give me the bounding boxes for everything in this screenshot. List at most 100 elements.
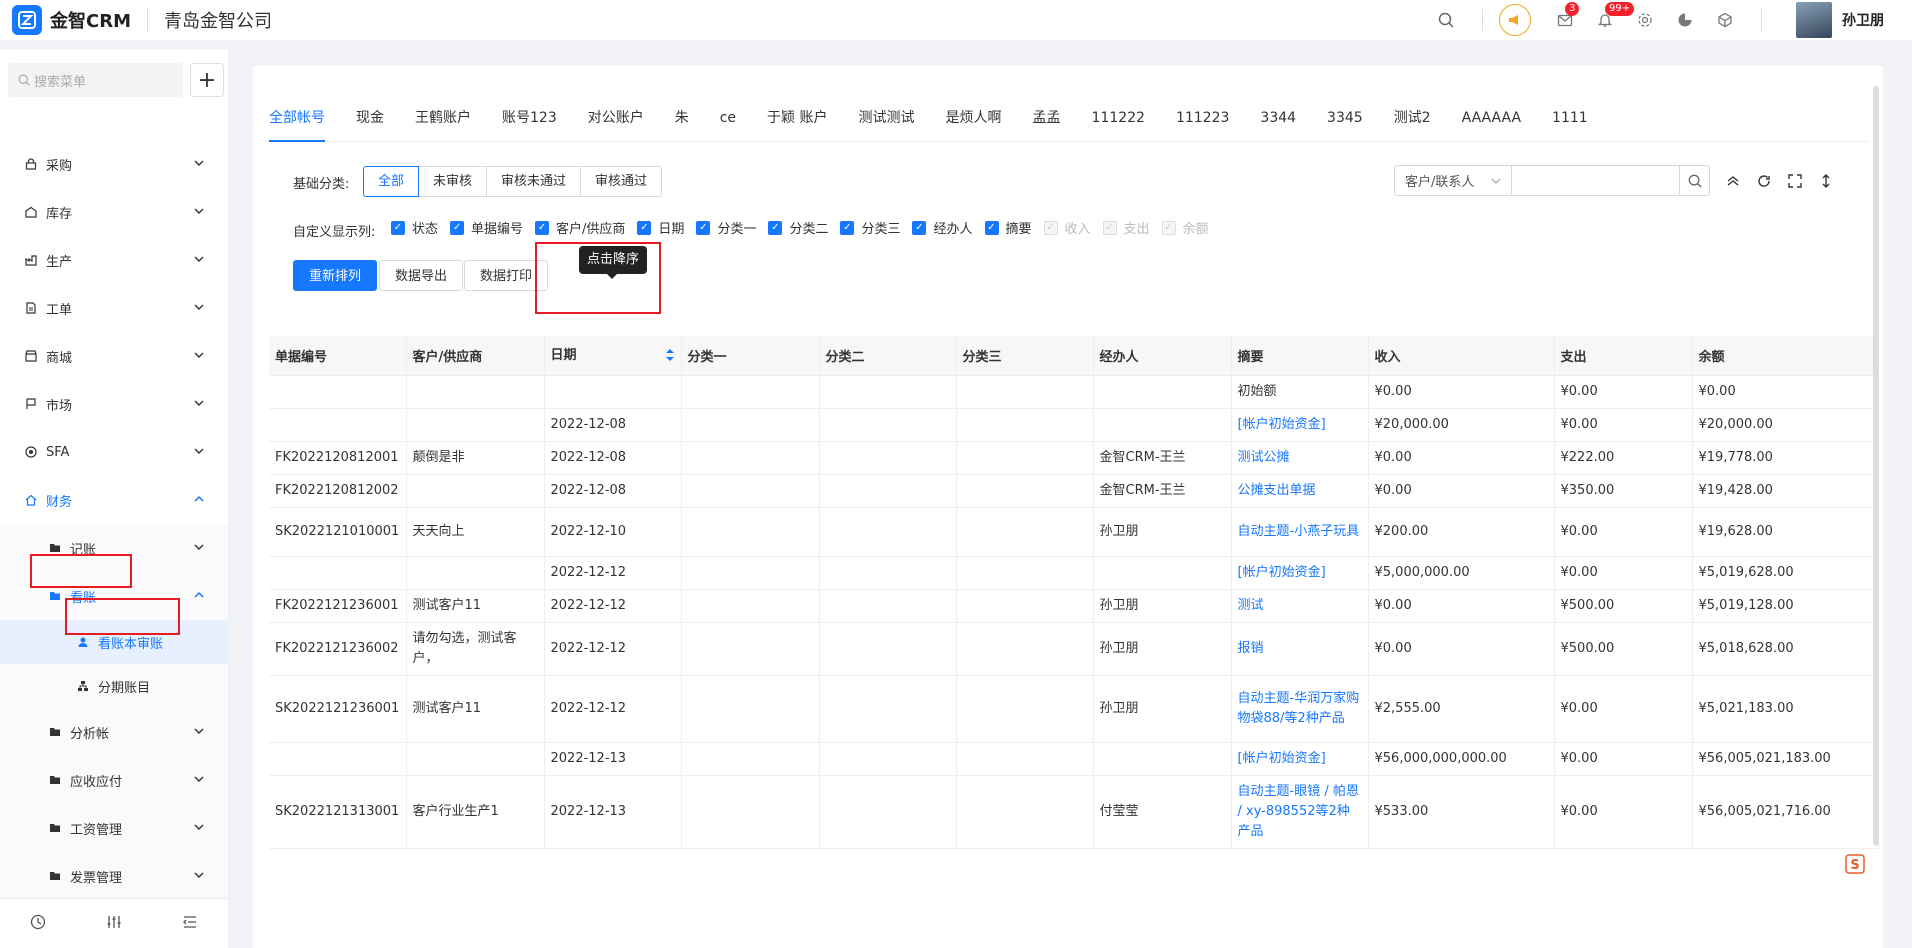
filter-all[interactable]: 全部 <box>363 166 420 197</box>
export-button[interactable]: 数据导出 <box>379 260 464 291</box>
s-brand-icon[interactable]: S <box>1845 854 1869 878</box>
cell-summary[interactable]: [帐户初始资金] <box>1231 408 1369 442</box>
search-button[interactable] <box>1680 165 1710 196</box>
announcement-icon[interactable] <box>1499 4 1531 36</box>
collapse-menu-icon[interactable] <box>182 914 198 934</box>
table-row[interactable]: SK2022121313001 客户行业生产1 2022-12-13 付莹莹 自动主题-… <box>269 775 1879 849</box>
cell-summary[interactable]: 自动主题-华润万家购物袋88/等2种产品 <box>1231 675 1369 743</box>
sidebar-item-invoice[interactable]: 发票管理 <box>0 852 228 900</box>
row-height-icon[interactable] <box>1817 172 1835 190</box>
gear-icon[interactable] <box>1633 8 1657 32</box>
col-header-customer[interactable]: 客户/供应商 <box>406 336 545 376</box>
column-checkbox[interactable]: ✓ 分类三 <box>840 218 900 237</box>
resort-button[interactable]: 重新排列 <box>293 260 378 291</box>
sidebar-item-installment[interactable]: 分期账目 <box>0 664 228 708</box>
column-checkbox[interactable]: ✓ 单据编号 <box>450 218 523 237</box>
sidebar-item-purchase[interactable]: 采购 <box>0 140 228 188</box>
sidebar-item-workorder[interactable]: 工单 <box>0 284 228 332</box>
tab-account[interactable]: 是烦人啊 <box>946 106 1002 142</box>
table-row[interactable]: FK2022121236002 请勿勾选，测试客户， 2022-12-12 孙卫朋 报销… <box>269 622 1879 676</box>
logo-icon[interactable] <box>12 5 42 35</box>
tab-account[interactable]: 对公账户 <box>588 106 644 142</box>
refresh-icon[interactable] <box>1755 172 1773 190</box>
search-field-select[interactable]: 客户/联系人 <box>1394 165 1512 196</box>
sidebar-item-receivables[interactable]: 应收应付 <box>0 756 228 804</box>
col-header-cat1[interactable]: 分类一 <box>681 336 820 376</box>
add-button[interactable]: + <box>190 63 224 97</box>
tab-account[interactable]: 朱 <box>675 106 689 142</box>
mail-icon[interactable]: 3 <box>1553 2 1580 32</box>
col-header-cat2[interactable]: 分类二 <box>819 336 957 376</box>
sidebar-item-mall[interactable]: 商城 <box>0 332 228 380</box>
sidebar-item-inventory[interactable]: 库存 <box>0 188 228 236</box>
sidebar-item-analysis[interactable]: 分析帐 <box>0 708 228 756</box>
filter-unreviewed[interactable]: 未审核 <box>419 166 488 197</box>
tab-account[interactable]: 于颖 账户 <box>767 106 827 142</box>
cell-summary[interactable]: [帐户初始资金] <box>1231 556 1369 590</box>
cell-summary[interactable]: 自动主题-小燕子玩具 <box>1231 507 1369 557</box>
table-row[interactable]: FK2022120812002 2022-12-08 金智CRM-王兰 公摊支出单据 ¥… <box>269 474 1879 508</box>
sidebar-item-sfa[interactable]: SFA <box>0 428 228 476</box>
col-header-cat3[interactable]: 分类三 <box>956 336 1094 376</box>
table-row[interactable]: 初始额 ¥0.00 ¥0.00 ¥0.00 <box>269 375 1879 409</box>
tab-account[interactable]: 1111 <box>1552 106 1588 142</box>
table-row[interactable]: 2022-12-13 [帐户初始资金] ¥56,000,000,000.00 ¥0.0… <box>269 742 1879 776</box>
search-icon[interactable] <box>1434 8 1458 32</box>
history-icon[interactable] <box>30 914 46 934</box>
cell-summary[interactable]: 测试公摊 <box>1231 441 1369 475</box>
col-header-date[interactable]: 日期 <box>544 336 682 376</box>
col-header-income[interactable]: 收入 <box>1368 336 1555 376</box>
tab-account[interactable]: AAAAAA <box>1462 106 1521 142</box>
fullscreen-icon[interactable] <box>1786 172 1804 190</box>
tab-account[interactable]: 孟孟 <box>1033 106 1061 142</box>
sort-icon[interactable] <box>665 348 675 366</box>
table-row[interactable]: 2022-12-12 [帐户初始资金] ¥5,000,000.00 ¥0.00 ¥5,0… <box>269 556 1879 590</box>
column-checkbox[interactable]: ✓ 分类一 <box>696 218 756 237</box>
cell-summary[interactable]: [帐户初始资金] <box>1231 742 1369 776</box>
table-row[interactable]: 2022-12-08 [帐户初始资金] ¥20,000.00 ¥0.00 ¥20,000… <box>269 408 1879 442</box>
tab-account[interactable]: 3344 <box>1260 106 1296 142</box>
tab-account[interactable]: 3345 <box>1327 106 1363 142</box>
menu-search-input[interactable]: 搜索菜单 <box>8 63 183 97</box>
sliders-icon[interactable] <box>106 914 122 934</box>
sidebar-item-payroll[interactable]: 工资管理 <box>0 804 228 852</box>
bell-icon[interactable]: 99+ <box>1593 2 1635 32</box>
table-row[interactable]: FK2022120812001 颠倒是非 2022-12-08 金智CRM-王兰 测试公… <box>269 441 1879 475</box>
collapse-up-icon[interactable] <box>1724 172 1742 190</box>
column-checkbox[interactable]: ✓ 日期 <box>637 218 684 237</box>
sidebar-item-market[interactable]: 市场 <box>0 380 228 428</box>
tab-account[interactable]: 111222 <box>1092 106 1145 142</box>
column-checkbox[interactable]: ✓ 状态 <box>391 218 438 237</box>
tab-account[interactable]: 账号123 <box>502 106 557 142</box>
cell-summary[interactable]: 自动主题-眼镜 / 帕恩 / xy-898552等2种产品 <box>1231 775 1369 849</box>
table-row[interactable]: SK2022121236001 测试客户11 2022-12-12 孙卫朋 自动主题-华… <box>269 675 1879 743</box>
table-row[interactable]: FK2022121236001 测试客户11 2022-12-12 孙卫朋 测试 ¥0.0… <box>269 589 1879 623</box>
column-checkbox[interactable]: ✓ 经办人 <box>912 218 973 237</box>
scrollbar[interactable] <box>1873 86 1879 846</box>
avatar[interactable] <box>1796 2 1832 38</box>
tab-account[interactable]: 测试2 <box>1394 106 1431 142</box>
col-header-balance[interactable]: 余额 <box>1692 336 1879 376</box>
search-input[interactable] <box>1512 165 1680 196</box>
col-header-handler[interactable]: 经办人 <box>1093 336 1232 376</box>
cube-icon[interactable] <box>1713 8 1737 32</box>
tab-all-accounts[interactable]: 全部帐号 <box>269 106 325 142</box>
tab-account[interactable]: 111223 <box>1176 106 1229 142</box>
tab-account[interactable]: 王鹤账户 <box>415 106 471 142</box>
cell-summary[interactable]: 公摊支出单据 <box>1231 474 1369 508</box>
cell-summary[interactable]: 报销 <box>1231 622 1369 676</box>
company-name[interactable]: 青岛金智公司 <box>164 7 272 33</box>
sidebar-item-finance[interactable]: 财务 <box>0 476 228 524</box>
table-row[interactable]: SK2022121010001 天天向上 2022-12-10 孙卫朋 自动主题-小燕子… <box>269 507 1879 557</box>
pie-chart-icon[interactable] <box>1673 8 1697 32</box>
col-header-summary[interactable]: 摘要 <box>1231 336 1369 376</box>
column-checkbox[interactable]: ✓ 分类二 <box>768 218 828 237</box>
col-header-expense[interactable]: 支出 <box>1554 336 1693 376</box>
tab-account[interactable]: 测试测试 <box>859 106 915 142</box>
user-name[interactable]: 孙卫朋 <box>1842 10 1884 30</box>
cell-summary[interactable]: 测试 <box>1231 589 1369 623</box>
column-checkbox[interactable]: ✓ 客户/供应商 <box>535 218 625 237</box>
tab-account[interactable]: ce <box>720 106 736 142</box>
sidebar-item-production[interactable]: 生产 <box>0 236 228 284</box>
tab-account[interactable]: 现金 <box>356 106 384 142</box>
